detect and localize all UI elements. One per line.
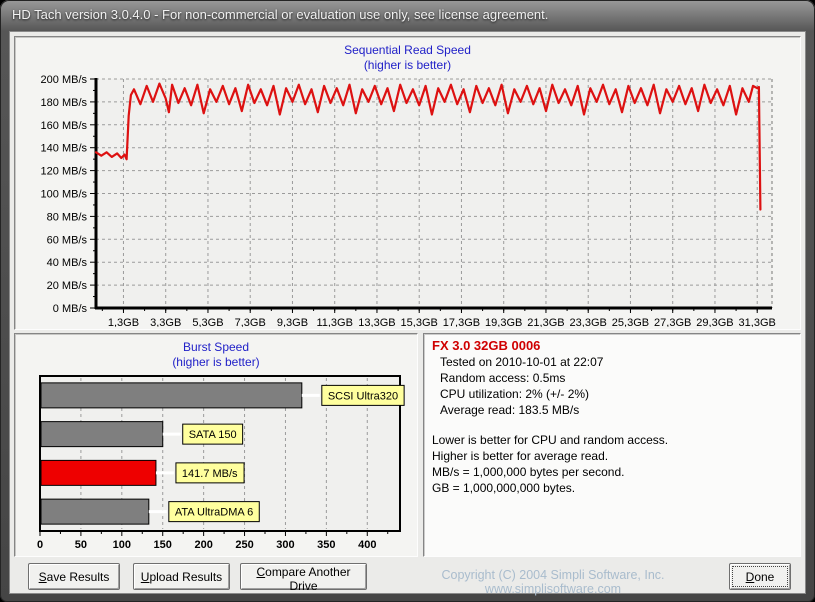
svg-text:21,3GB: 21,3GB: [527, 317, 564, 327]
svg-text:23,3GB: 23,3GB: [570, 317, 607, 327]
svg-text:400: 400: [358, 539, 376, 551]
burst-chart-title: Burst Speed: [15, 334, 417, 355]
svg-text:60 MB/s: 60 MB/s: [47, 234, 88, 246]
upload-results-button[interactable]: Upload Results: [133, 563, 230, 590]
svg-text:300: 300: [276, 539, 294, 551]
svg-text:29,3GB: 29,3GB: [696, 317, 733, 327]
svg-text:141.7 MB/s: 141.7 MB/s: [182, 468, 238, 480]
svg-text:100: 100: [113, 539, 131, 551]
sequential-chart-subtitle: (higher is better): [15, 58, 800, 72]
svg-text:31,3GB: 31,3GB: [739, 317, 776, 327]
drive-info-panel: FX 3.0 32GB 0006 Tested on 2010-10-01 at…: [423, 333, 801, 557]
burst-chart-subtitle: (higher is better): [15, 355, 417, 369]
window-title: HD Tach version 3.0.4.0 - For non-commer…: [0, 0, 815, 31]
svg-text:160 MB/s: 160 MB/s: [41, 120, 88, 132]
hdtach-window: HD Tach version 3.0.4.0 - For non-commer…: [0, 0, 815, 602]
svg-text:0: 0: [37, 539, 43, 551]
svg-text:140 MB/s: 140 MB/s: [41, 143, 88, 155]
note-lower-better: Lower is better for CPU and random acces…: [432, 432, 792, 448]
svg-text:50: 50: [75, 539, 87, 551]
svg-text:120 MB/s: 120 MB/s: [41, 166, 88, 178]
compare-another-drive-button[interactable]: Compare Another Drive: [240, 563, 367, 590]
done-button[interactable]: Done: [729, 563, 791, 590]
random-access-text: Random access: 0.5ms: [432, 370, 792, 386]
svg-text:100 MB/s: 100 MB/s: [41, 189, 88, 201]
svg-text:200: 200: [194, 539, 212, 551]
svg-text:9,3GB: 9,3GB: [277, 317, 308, 327]
note-gb-definition: GB = 1,000,000,000 bytes.: [432, 480, 792, 496]
svg-text:250: 250: [235, 539, 253, 551]
note-higher-better: Higher is better for average read.: [432, 448, 792, 464]
svg-text:11,3GB: 11,3GB: [316, 317, 353, 327]
svg-text:17,3GB: 17,3GB: [443, 317, 480, 327]
svg-text:ATA UltraDMA 6: ATA UltraDMA 6: [175, 507, 253, 519]
svg-text:SCSI Ultra320: SCSI Ultra320: [328, 390, 398, 402]
svg-text:40 MB/s: 40 MB/s: [47, 257, 88, 269]
client-area: Sequential Read Speed (higher is better)…: [9, 31, 806, 594]
svg-text:13,3GB: 13,3GB: [358, 317, 395, 327]
sequential-read-chart: 0 MB/s 20 MB/s 40 MB/s 60 MB/s 80 MB/s 100 MB…: [17, 73, 798, 327]
svg-text:180 MB/s: 180 MB/s: [41, 97, 88, 109]
svg-text:15,3GB: 15,3GB: [401, 317, 438, 327]
svg-text:150: 150: [154, 539, 172, 551]
svg-text:80 MB/s: 80 MB/s: [47, 211, 88, 223]
burst-speed-chart: 0 50 100 150 200 250 300 350 400 SCSI Ultra320 SAT…: [18, 374, 414, 552]
svg-text:0 MB/s: 0 MB/s: [53, 303, 88, 315]
svg-text:5,3GB: 5,3GB: [192, 317, 223, 327]
svg-text:20 MB/s: 20 MB/s: [47, 280, 88, 292]
svg-text:1,3GB: 1,3GB: [108, 317, 139, 327]
svg-text:25,3GB: 25,3GB: [612, 317, 649, 327]
save-results-button[interactable]: Save Results: [28, 563, 120, 590]
tested-on-text: Tested on 2010-10-01 at 22:07: [432, 354, 792, 370]
svg-text:350: 350: [317, 539, 335, 551]
note-mbs-definition: MB/s = 1,000,000 bytes per second.: [432, 464, 792, 480]
drive-name: FX 3.0 32GB 0006: [432, 338, 792, 354]
average-read-text: Average read: 183.5 MB/s: [432, 402, 792, 418]
copyright-text: Copyright (C) 2004 Simpli Software, Inc.…: [388, 568, 718, 596]
cpu-utilization-text: CPU utilization: 2% (+/- 2%): [432, 386, 792, 402]
svg-text:19,3GB: 19,3GB: [485, 317, 522, 327]
svg-text:SATA 150: SATA 150: [189, 429, 237, 441]
sequential-chart-title: Sequential Read Speed: [15, 37, 800, 58]
svg-text:3,3GB: 3,3GB: [150, 317, 181, 327]
svg-text:27,3GB: 27,3GB: [654, 317, 691, 327]
sequential-read-panel: Sequential Read Speed (higher is better)…: [14, 36, 801, 330]
svg-text:7,3GB: 7,3GB: [235, 317, 266, 327]
burst-speed-panel: Burst Speed (higher is better) 0 50 100 150…: [14, 333, 418, 557]
svg-text:200 MB/s: 200 MB/s: [41, 74, 88, 86]
